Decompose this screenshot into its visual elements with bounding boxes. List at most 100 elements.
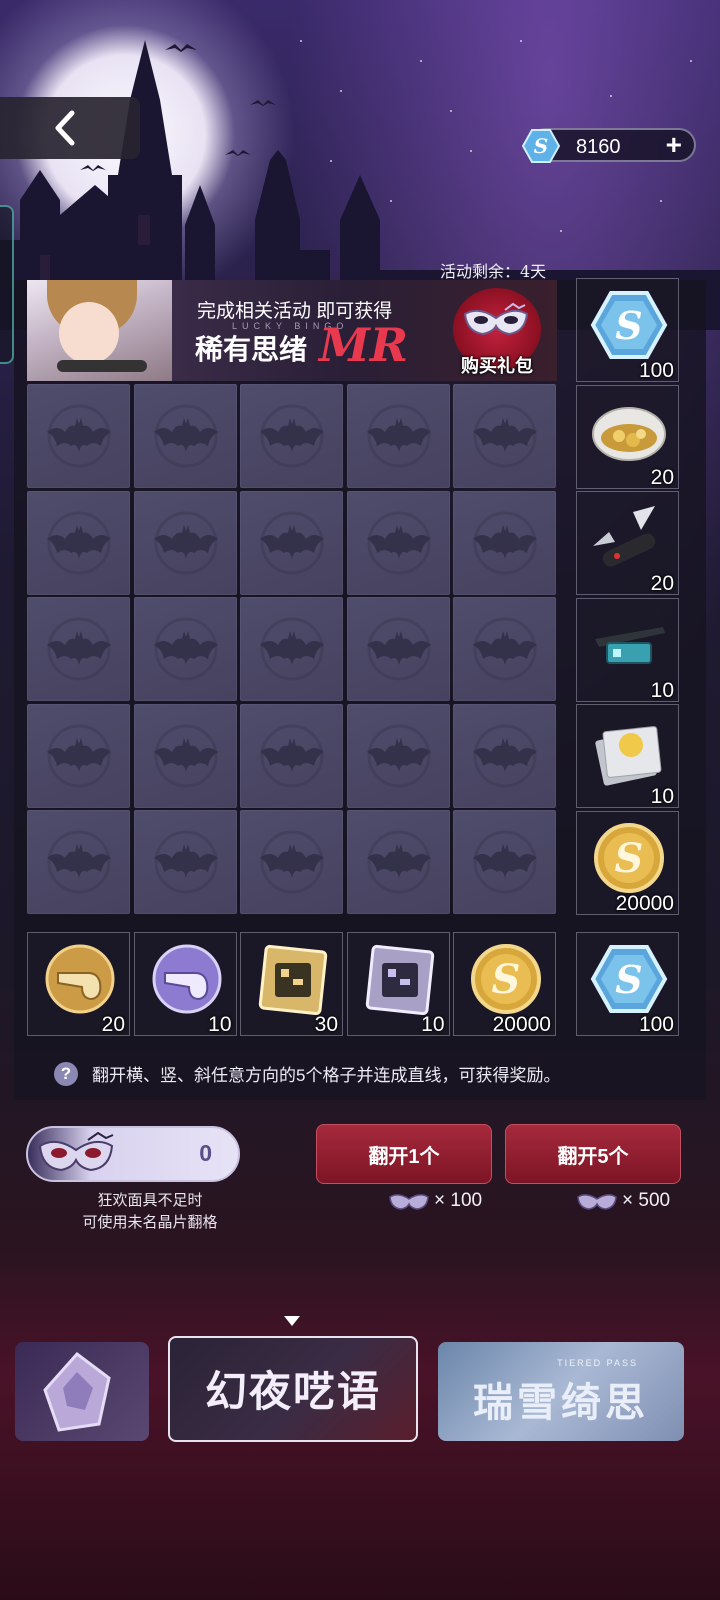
bingo-grid [27, 384, 557, 915]
bingo-cell[interactable] [133, 597, 237, 701]
reward-quantity: 20 [650, 572, 674, 595]
row-reward[interactable]: 10 [576, 597, 679, 702]
mask-note: 狂欢面具不足时 可使用未名晶片翻格 [20, 1190, 280, 1234]
reward-quantity: 100 [638, 359, 674, 382]
back-button[interactable] [0, 97, 140, 159]
row-reward[interactable]: S 20000 [576, 810, 679, 915]
row-reward[interactable]: S 100 [576, 278, 679, 382]
bat-icon [260, 617, 324, 681]
bingo-cell[interactable] [27, 490, 130, 595]
gold-pipe-icon [45, 944, 115, 1014]
add-currency-button[interactable]: + [666, 129, 682, 161]
s-crystal-icon: S [590, 291, 668, 359]
bat-icon [366, 511, 431, 574]
buy-pack-button[interactable]: 购买礼包 [445, 286, 549, 378]
gold-s-coin-icon: S [471, 944, 541, 1014]
bingo-cell[interactable] [346, 597, 450, 701]
row-reward[interactable]: 10 [576, 704, 679, 808]
event-card-prev[interactable] [15, 1342, 149, 1441]
bingo-cell[interactable] [453, 384, 556, 488]
hint-text: 翻开横、竖、斜任意方向的5个格子并连成直线，可获得奖励。 [92, 1066, 561, 1085]
bingo-cell[interactable] [133, 490, 237, 595]
column-reward[interactable]: 30 [240, 932, 343, 1036]
row-reward[interactable]: 20 [576, 491, 679, 595]
column-reward[interactable]: 10 [346, 932, 450, 1036]
bat-icon [153, 830, 218, 894]
mask-counter: 0 [26, 1126, 240, 1182]
event-card-next-title: 瑞雪绮思 [473, 1379, 649, 1426]
row-reward[interactable]: 20 [576, 384, 679, 489]
bat-icon [366, 724, 431, 787]
mask-count: 0 [199, 1140, 212, 1166]
flip-one-cost-value: × 100 [434, 1190, 483, 1211]
reward-quantity: 20 [101, 1013, 125, 1036]
event-card-next-sub: TIERED PASS [557, 1358, 638, 1368]
bingo-cell[interactable] [240, 490, 343, 595]
bat-icon [153, 617, 218, 681]
bat-icon [366, 617, 431, 681]
bingo-cell[interactable] [453, 703, 556, 808]
column-reward[interactable]: 10 [133, 932, 237, 1036]
event-card-next[interactable]: TIERED PASS 瑞雪绮思 [438, 1342, 684, 1441]
svg-text:S: S [492, 956, 521, 1003]
bat-icon [473, 830, 537, 894]
reward-quantity: 20000 [615, 891, 674, 915]
bingo-cell[interactable] [453, 810, 556, 914]
flip-one-button[interactable]: 翻开1个 [316, 1124, 492, 1184]
rule-hint: ? 翻开横、竖、斜任意方向的5个格子并连成直线，可获得奖励。 [54, 1061, 560, 1086]
svg-text:S: S [615, 303, 642, 348]
bingo-cell[interactable] [346, 490, 450, 595]
bat-icon [473, 511, 537, 574]
bingo-cell[interactable] [240, 703, 343, 808]
card-pack-icon [595, 726, 662, 786]
side-drawer-tab[interactable] [0, 205, 14, 364]
pocket-knife-icon [593, 506, 656, 567]
bat-icon [366, 404, 431, 468]
bingo-cell[interactable] [27, 703, 130, 808]
bat-icon [153, 724, 218, 787]
currency-amount: 8160 [576, 136, 621, 158]
bingo-cell[interactable] [453, 597, 556, 701]
bat-icon [473, 617, 537, 681]
help-icon[interactable]: ? [54, 1061, 78, 1086]
bingo-cell[interactable] [346, 384, 450, 488]
reward-quantity: 20000 [492, 1013, 551, 1036]
bingo-cell[interactable] [346, 703, 450, 808]
purple-chip-icon [365, 944, 434, 1015]
event-card-current-title: 幻夜呓语 [204, 1367, 381, 1416]
column-reward[interactable]: 20 [27, 932, 130, 1036]
bat-icon [473, 724, 537, 787]
selected-event-marker [284, 1316, 300, 1326]
diagonal-reward[interactable]: S 100 [576, 932, 679, 1036]
carnival-mask-icon [38, 1132, 114, 1172]
s-crystal-icon: S [522, 129, 560, 163]
bingo-cell[interactable] [240, 810, 343, 914]
bingo-cell[interactable] [27, 384, 130, 488]
bingo-cell[interactable] [453, 490, 556, 595]
carnival-mask-icon [577, 1194, 617, 1210]
bingo-cell[interactable] [27, 597, 130, 701]
bingo-cell[interactable] [240, 384, 343, 488]
bingo-cell[interactable] [133, 810, 237, 914]
bat-icon [260, 404, 324, 468]
bat-icon [366, 830, 431, 894]
purple-pipe-icon [152, 944, 221, 1014]
gold-s-coin-icon: S [594, 822, 664, 893]
flip-one-cost: × 100 [388, 1190, 482, 1212]
event-card-current[interactable]: 幻夜呓语 [168, 1336, 418, 1442]
bingo-cell[interactable] [133, 384, 237, 488]
buy-pack-label: 购买礼包 [461, 356, 533, 376]
column-reward[interactable]: S 20000 [453, 932, 556, 1036]
bat-icon [47, 511, 111, 574]
bingo-cell[interactable] [27, 810, 130, 914]
bingo-cell[interactable] [133, 703, 237, 808]
bingo-cell[interactable] [346, 810, 450, 914]
character-portrait [27, 280, 172, 381]
flip-five-button[interactable]: 翻开5个 [505, 1124, 681, 1184]
bingo-cell[interactable] [240, 597, 343, 701]
crystal-shard-icon [43, 1351, 111, 1432]
reward-quantity: 10 [421, 1013, 445, 1036]
currency-display: S 8160 + [522, 128, 696, 163]
bat-icon [47, 617, 111, 681]
bat-icon [47, 830, 111, 894]
